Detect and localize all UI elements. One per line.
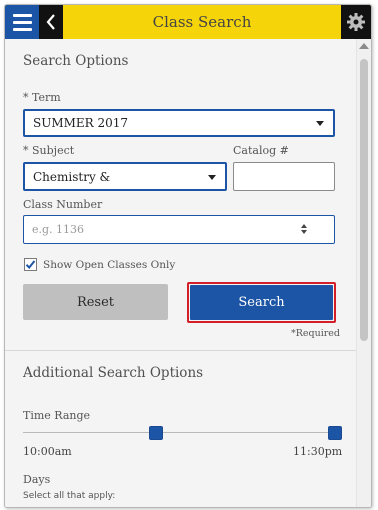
menu-button[interactable] — [5, 5, 39, 39]
reset-button[interactable]: Reset — [23, 284, 168, 320]
time-range-track[interactable] — [23, 432, 335, 433]
catalog-input[interactable] — [233, 162, 335, 191]
settings-button[interactable] — [341, 5, 371, 39]
subject-select-value: Chemistry & — [33, 169, 111, 184]
header-bar: Class Search — [5, 5, 371, 39]
back-button[interactable] — [39, 5, 63, 39]
open-classes-checkbox[interactable] — [24, 258, 37, 271]
term-select[interactable]: SUMMER 2017 — [23, 109, 335, 137]
time-range-end-label: 11:30pm — [293, 445, 343, 458]
checkmark-icon — [25, 260, 36, 269]
class-number-label: Class Number — [23, 198, 103, 211]
chevron-down-icon — [208, 174, 216, 180]
class-number-placeholder: e.g. 1136 — [32, 223, 85, 236]
section-divider — [5, 350, 357, 351]
subject-select[interactable]: Chemistry & — [23, 162, 227, 191]
hamburger-icon — [12, 13, 32, 17]
page-title: Class Search — [152, 13, 252, 31]
gear-icon — [347, 13, 365, 31]
term-label: * Term — [23, 91, 61, 104]
chevron-left-icon — [46, 14, 55, 30]
term-select-value: SUMMER 2017 — [33, 116, 129, 130]
class-number-input[interactable]: e.g. 1136 — [23, 215, 335, 244]
subject-label: * Subject — [23, 144, 75, 157]
main-content: Search Options * Term SUMMER 2017 * Subj… — [5, 39, 357, 507]
time-range-start-label: 10:00am — [23, 445, 72, 458]
hamburger-icon-bar — [12, 20, 32, 24]
time-range-label: Time Range — [23, 409, 91, 422]
hamburger-icon-bar — [12, 27, 32, 31]
scrollbar[interactable] — [356, 39, 371, 507]
app-window: Class Search Search Options * Term SUMME… — [4, 4, 372, 508]
section-title-additional: Additional Search Options — [23, 365, 204, 381]
chevron-down-icon — [316, 121, 324, 126]
days-label: Days — [23, 473, 51, 486]
required-note: *Required — [291, 328, 341, 339]
catalog-label: Catalog # — [233, 144, 289, 157]
time-range-end-handle[interactable] — [328, 426, 342, 440]
search-button[interactable]: Search — [190, 285, 333, 320]
open-classes-label: Show Open Classes Only — [43, 259, 176, 271]
scroll-up-arrow-icon[interactable] — [359, 43, 369, 49]
section-title-search-options: Search Options — [23, 53, 129, 69]
search-button-highlight: Search — [187, 282, 336, 323]
number-spinner-icon[interactable] — [301, 223, 308, 236]
days-note: Select all that apply: — [23, 491, 116, 501]
time-range-start-handle[interactable] — [149, 426, 163, 440]
scrollbar-thumb[interactable] — [360, 59, 368, 341]
